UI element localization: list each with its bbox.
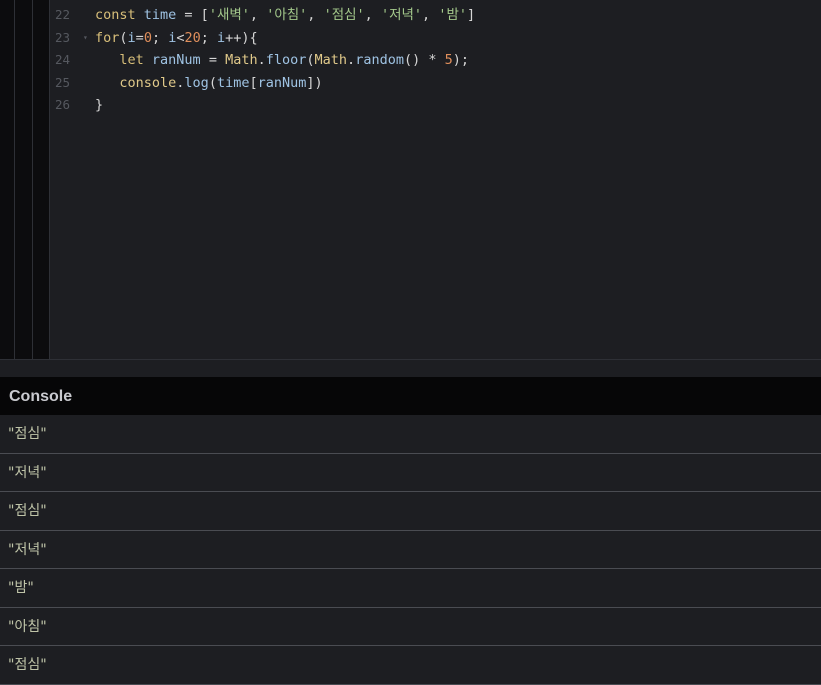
code-token: }	[95, 97, 104, 113]
code-token: 5	[444, 52, 453, 68]
code-token: [	[249, 74, 258, 91]
console-entry: "밤"	[0, 569, 821, 608]
console-entry: "점심"	[0, 415, 821, 454]
code-text: const time = ['새벽', '아침', '점심', '저녁', '밤…	[95, 4, 475, 26]
code-token: (	[119, 29, 128, 46]
console-entry-text: "아침"	[8, 618, 47, 635]
code-token: ranNum	[257, 74, 307, 91]
console-output-list: "점심" "저녁" "점심" "저녁" "밤" "아침" "점심"	[0, 415, 821, 685]
code-token: Math	[225, 52, 258, 68]
code-token: '저녁'	[380, 7, 423, 23]
fold-arrow-icon[interactable]: ▾	[83, 27, 88, 49]
code-token: ,	[364, 7, 381, 23]
console-entry-text: "밤"	[8, 580, 34, 596]
code-line[interactable]: 22 const time = ['새벽', '아침', '점심', '저녁', …	[0, 4, 821, 26]
code-token: i	[217, 29, 226, 46]
console-entry: "저녁"	[0, 453, 821, 492]
console-entry: "점심"	[0, 646, 821, 685]
code-token: ,	[249, 7, 267, 23]
code-line[interactable]: 23 ▾ for(i=0; i<20; i++){	[0, 27, 821, 49]
code-token: const	[95, 7, 136, 23]
console-entry: "점심"	[0, 492, 821, 531]
code-token: Math	[314, 52, 348, 68]
code-token: '밤'	[438, 7, 467, 23]
code-token: 20	[184, 29, 201, 46]
code-token: time	[143, 7, 177, 23]
code-token: i	[127, 29, 136, 46]
code-token: for	[95, 29, 120, 46]
code-token: =	[200, 52, 226, 68]
code-token: .	[257, 52, 266, 68]
code-token: '아침'	[266, 7, 308, 23]
code-token: ,	[307, 7, 324, 23]
code-token: let	[95, 52, 144, 68]
console-entry-text: "점심"	[8, 657, 47, 673]
code-line[interactable]: 26}	[0, 94, 821, 116]
code-token: ;	[151, 29, 169, 46]
code-text: let ranNum = Math.floor(Math.random() * …	[95, 49, 469, 71]
code-token: '새벽'	[208, 7, 250, 23]
code-line[interactable]: 24 let ranNum = Math.floor(Math.random()…	[0, 49, 821, 71]
code-token: random	[355, 52, 404, 68]
code-token: ++){	[225, 29, 258, 46]
console-entry: "저녁"	[0, 530, 821, 569]
code-token: log	[184, 74, 209, 91]
line-number: 24	[55, 52, 71, 67]
code-line[interactable]: 25 console.log(time[ranNum])	[0, 72, 821, 94]
code-token: () *	[403, 52, 445, 68]
code-token: floor	[265, 52, 307, 68]
console-entry-text: "점심"	[8, 503, 47, 519]
code-token: ,	[422, 7, 439, 23]
code-token: ])	[306, 74, 323, 91]
console-entry-text: "저녁"	[8, 464, 47, 481]
code-token: .	[347, 52, 356, 68]
console-header: Console	[0, 377, 821, 415]
code-token: (	[306, 52, 315, 68]
line-number: 23	[55, 29, 71, 45]
code-token: (	[208, 74, 217, 91]
code-token: );	[452, 52, 470, 68]
code-token: =	[135, 29, 144, 46]
console-entry-text: "저녁"	[8, 541, 47, 558]
panel-divider[interactable]	[0, 359, 821, 377]
console-entry-text: "점심"	[8, 426, 47, 442]
console-entry: "아침"	[0, 607, 821, 646]
line-number: 25	[55, 74, 71, 90]
code-text: }	[95, 94, 103, 116]
code-token: 0	[143, 29, 152, 46]
console-title: Console	[9, 388, 73, 405]
code-token: time	[216, 74, 250, 91]
code-token: ;	[200, 29, 218, 46]
code-token: ]	[467, 7, 476, 23]
code-token: = [	[176, 7, 209, 23]
code-token: <	[176, 29, 185, 46]
code-token: console	[95, 74, 177, 91]
code-token: ranNum	[151, 52, 201, 68]
code-editor[interactable]: 22 const time = ['새벽', '아침', '점심', '저녁', …	[0, 0, 821, 359]
code-token: '점심'	[323, 7, 365, 23]
line-number: 22	[55, 7, 71, 22]
code-text: console.log(time[ranNum])	[95, 72, 323, 94]
code-text: for(i=0; i<20; i++){	[95, 27, 258, 49]
line-number: 26	[55, 97, 71, 112]
